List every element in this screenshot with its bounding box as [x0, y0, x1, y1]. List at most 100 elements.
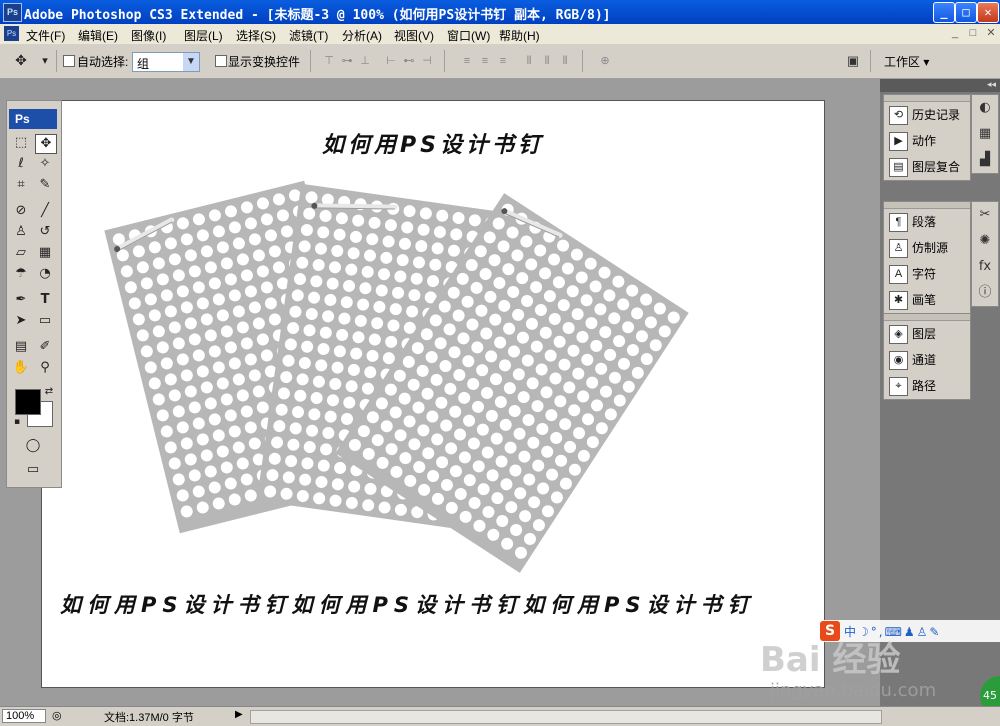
menu-select[interactable]: 选择(S)	[236, 27, 276, 44]
status-arrow-icon[interactable]: ▶	[235, 709, 243, 720]
align-vcenter-icon[interactable]: ⊶	[340, 54, 354, 68]
type-icon[interactable]: T	[35, 291, 55, 309]
paths-icon: ⌖	[889, 377, 908, 396]
crop-icon[interactable]: ⌗	[11, 176, 31, 194]
distribute-left-icon[interactable]: ⦀	[522, 54, 536, 68]
stamp-icon[interactable]: ♙	[11, 223, 31, 241]
pen-icon[interactable]: ✒	[11, 291, 31, 309]
panel-character[interactable]: A 字符	[884, 261, 970, 287]
doc-minimize-icon[interactable]: _	[948, 26, 962, 40]
menu-analysis[interactable]: 分析(A)	[342, 27, 382, 44]
align-left-icon[interactable]: ⊢	[384, 54, 398, 68]
default-colors-icon[interactable]: ▪	[7, 413, 27, 431]
panel-grip[interactable]	[884, 202, 970, 209]
minimize-button[interactable]: _	[933, 2, 955, 23]
distribute-hcenter-icon[interactable]: ⦀	[540, 54, 554, 68]
play-icon: ▶	[889, 132, 908, 151]
magic-wand-icon[interactable]: ✧	[35, 155, 55, 173]
status-menu-icon[interactable]: ◎	[52, 709, 62, 722]
document-icon[interactable]: Ps	[4, 26, 19, 41]
quick-mask-icon[interactable]: ◯	[23, 437, 43, 455]
menu-file[interactable]: 文件(F)	[26, 27, 65, 44]
swatches-icon[interactable]: ▦	[972, 121, 998, 147]
marquee-icon[interactable]: ⬚	[11, 134, 31, 152]
menu-view[interactable]: 视图(V)	[394, 27, 434, 44]
document-canvas[interactable]: 如何用PS设计书钉 如何用PS设计书钉如何用PS设计书钉如何用PS设计书钉	[41, 100, 825, 688]
path-select-icon[interactable]: ➤	[11, 312, 31, 330]
doc-close-icon[interactable]: ✕	[984, 26, 998, 40]
maximize-button[interactable]: □	[955, 2, 977, 23]
panel-clone-source[interactable]: ♙ 仿制源	[884, 235, 970, 261]
move-icon[interactable]: ✥	[35, 134, 57, 154]
distribute-vcenter-icon[interactable]: ≡	[478, 54, 492, 68]
color-icon[interactable]: ◐	[972, 95, 998, 121]
align-top-icon[interactable]: ⊤	[322, 54, 336, 68]
panel-brushes[interactable]: ✱ 画笔	[884, 287, 970, 313]
notes-icon[interactable]: ▤	[11, 338, 31, 356]
blur-icon[interactable]: ☂	[11, 265, 31, 283]
bridge-icon[interactable]: ▣	[846, 54, 860, 68]
healing-icon[interactable]: ⊘	[11, 202, 31, 220]
zoom-icon[interactable]: ⚲	[35, 359, 55, 377]
panel-grip[interactable]	[884, 314, 970, 321]
menu-help[interactable]: 帮助(H)	[499, 27, 540, 44]
eyedropper2-icon[interactable]: ✐	[35, 338, 55, 356]
shape-icon[interactable]: ▭	[35, 312, 55, 330]
lasso-icon[interactable]: ℓ	[11, 155, 31, 173]
panel-actions[interactable]: ▶ 动作	[884, 128, 970, 154]
info-icon[interactable]: ⓘ	[972, 280, 998, 306]
history-brush-icon[interactable]: ↺	[35, 223, 55, 241]
workspace-menu[interactable]: 工作区 ▾	[884, 53, 929, 70]
styles-icon[interactable]: fx	[972, 254, 998, 280]
distribute-top-icon[interactable]: ≡	[460, 54, 474, 68]
doc-restore-icon[interactable]: □	[966, 26, 980, 40]
align-right-icon[interactable]: ⊣	[420, 54, 434, 68]
menu-window[interactable]: 窗口(W)	[447, 27, 490, 44]
panel-paragraph[interactable]: ¶ 段落	[884, 209, 970, 235]
align-bottom-icon[interactable]: ⊥	[358, 54, 372, 68]
menu-filter[interactable]: 滤镜(T)	[289, 27, 328, 44]
menu-edit[interactable]: 编辑(E)	[78, 27, 118, 44]
panel-collapse-icon[interactable]: ◂◂	[880, 79, 1000, 92]
move-tool-preset-icon[interactable]: ✥	[14, 53, 28, 67]
close-button[interactable]: ✕	[977, 2, 999, 23]
menu-layer[interactable]: 图层(L)	[184, 27, 223, 44]
swap-colors-icon[interactable]: ⇄	[39, 383, 59, 401]
brush-icon[interactable]: ╱	[35, 202, 55, 220]
screen-mode-icon[interactable]: ▭	[23, 461, 43, 479]
layer-comps-icon: ▤	[889, 158, 908, 177]
auto-select-checkbox[interactable]	[63, 55, 75, 67]
auto-select-label: 自动选择:	[77, 55, 129, 69]
menu-image[interactable]: 图像(I)	[131, 27, 166, 44]
panel-layer-comps[interactable]: ▤ 图层复合	[884, 154, 970, 180]
hand-icon[interactable]: ✋	[11, 359, 31, 377]
show-transform-label: 显示变换控件	[228, 55, 301, 69]
navigator-icon[interactable]: ✺	[972, 228, 998, 254]
panel-grip[interactable]	[884, 95, 970, 102]
eraser-icon[interactable]: ▱	[11, 244, 31, 262]
show-transform-checkbox[interactable]	[215, 55, 227, 67]
foreground-color-swatch[interactable]	[15, 389, 41, 415]
panel-history[interactable]: ⟲ 历史记录	[884, 102, 970, 128]
title-bar: Ps Adobe Photoshop CS3 Extended - [未标题-3…	[0, 0, 1000, 24]
chevron-down-icon[interactable]: ▾	[38, 54, 52, 68]
tool-presets-icon[interactable]: ✂	[972, 202, 998, 228]
histogram-icon[interactable]: ▟	[972, 147, 998, 173]
align-hcenter-icon[interactable]: ⊷	[402, 54, 416, 68]
chevron-down-icon[interactable]: ▼	[183, 53, 199, 71]
auto-align-icon[interactable]: ⊕	[598, 54, 612, 68]
panel-layers[interactable]: ◈ 图层	[884, 321, 970, 347]
panel-paths[interactable]: ⌖ 路径	[884, 373, 970, 399]
divider	[310, 50, 311, 72]
zoom-field[interactable]: 100%	[2, 709, 46, 723]
dodge-icon[interactable]: ◔	[35, 265, 55, 283]
distribute-right-icon[interactable]: ⦀	[558, 54, 572, 68]
distribute-bottom-icon[interactable]: ≡	[496, 54, 510, 68]
horizontal-scrollbar[interactable]	[250, 710, 882, 724]
auto-select-dropdown[interactable]: 组 ▼	[132, 52, 200, 72]
gradient-icon[interactable]: ▦	[35, 244, 55, 262]
panel-group-text: ¶ 段落 ♙ 仿制源 A 字符 ✱ 画笔	[883, 201, 971, 314]
panel-channels[interactable]: ◉ 通道	[884, 347, 970, 373]
window-title: Adobe Photoshop CS3 Extended - [未标题-3 @ …	[24, 8, 611, 23]
eyedropper-icon[interactable]: ✎	[35, 176, 55, 194]
